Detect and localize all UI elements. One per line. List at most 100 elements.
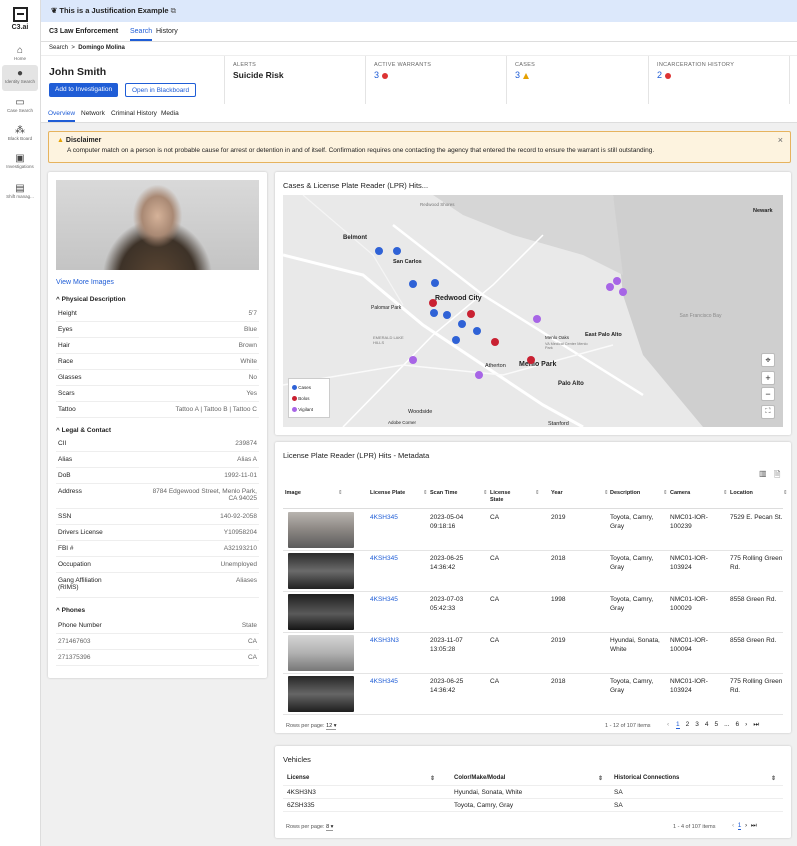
nav-black-board[interactable]: ⁂ Black Board <box>2 122 38 141</box>
lpr-scan-image[interactable] <box>288 676 354 712</box>
prev-page-icon[interactable]: ‹ <box>732 822 734 829</box>
phones-header[interactable]: ^ Phones <box>56 607 85 614</box>
map-marker-bolos[interactable] <box>429 299 437 307</box>
nav-shift[interactable]: ▤ Shift manag... <box>2 180 38 199</box>
map-marker-cases[interactable] <box>452 336 460 344</box>
lpr-plate[interactable]: 4KSH3N3 <box>370 637 426 646</box>
subtab-network[interactable]: Network <box>81 110 105 117</box>
page-number[interactable]: 2 <box>686 721 690 728</box>
locate-icon[interactable]: ⌖ <box>761 353 775 367</box>
map-marker-vigilant[interactable] <box>619 288 627 296</box>
sort-icon[interactable]: ⇕ <box>604 490 609 497</box>
nav-investigations[interactable]: ▣ Investigations <box>2 150 38 169</box>
page-number[interactable]: ... <box>724 721 729 728</box>
column-header[interactable]: Year <box>551 490 606 497</box>
subtab-criminal-history[interactable]: Criminal History <box>111 110 157 117</box>
sort-icon[interactable]: ⇕ <box>663 490 668 497</box>
person-photo[interactable] <box>56 180 259 270</box>
nav-identity-search[interactable]: ● Identity Search <box>2 65 38 91</box>
sort-icon[interactable]: ⇕ <box>598 775 603 782</box>
rows-per-page-select[interactable]: 12 ▾ <box>326 723 337 730</box>
nav-case-search[interactable]: ▭ Case Search <box>2 94 38 113</box>
map-marker-cases[interactable] <box>473 327 481 335</box>
table-row[interactable]: 4KSH345 2023-05-04 09:18:16 CA 2019 Toyota, … <box>283 510 783 551</box>
table-row[interactable]: 6ZSH335 Toyota, Camry, Gray SA <box>283 800 783 812</box>
sort-icon[interactable]: ⇕ <box>338 490 343 497</box>
lpr-plate[interactable]: 4KSH345 <box>370 555 426 564</box>
view-more-images-link[interactable]: View More Images <box>56 279 114 286</box>
page-number[interactable]: 6 <box>736 721 740 728</box>
zoom-out-icon[interactable]: − <box>761 387 775 401</box>
column-header[interactable]: Color/Make/Modal <box>454 775 505 781</box>
sort-icon[interactable]: ⇕ <box>430 775 435 782</box>
last-page-icon[interactable]: ⏭ <box>751 822 757 829</box>
page-number[interactable]: 1 <box>737 822 742 830</box>
open-blackboard-button[interactable]: Open in Blackboard <box>125 83 197 97</box>
map-marker-cases[interactable] <box>443 311 451 319</box>
page-number[interactable]: 5 <box>714 721 718 728</box>
lpr-plate[interactable]: 4KSH345 <box>370 596 426 605</box>
lpr-plate[interactable]: 4KSH345 <box>370 678 426 687</box>
table-row[interactable]: 4KSH345 2023-07-03 05:42:33 CA 1998 Toyota, … <box>283 592 783 633</box>
sort-icon[interactable]: ⇕ <box>771 775 776 782</box>
map-view[interactable]: Redwood Shores Belmont San Carlos Redwoo… <box>283 195 783 427</box>
map-marker-vigilant[interactable] <box>613 277 621 285</box>
subtab-overview[interactable]: Overview <box>48 110 76 122</box>
export-icon[interactable]: 🗎 <box>774 469 780 483</box>
map-marker-cases[interactable] <box>375 247 383 255</box>
table-row[interactable]: 4KSH3N3 2023-11-07 13:05:28 CA 2019 Hyundai,… <box>283 633 783 674</box>
column-header[interactable]: Location <box>730 490 785 497</box>
lpr-scan-image[interactable] <box>288 594 354 630</box>
stat-warrants[interactable]: ACTIVE WARRANTS 3 <box>365 56 506 104</box>
map-marker-cases[interactable] <box>393 247 401 255</box>
lpr-scan-image[interactable] <box>288 512 354 548</box>
map-marker-vigilant[interactable] <box>533 315 541 323</box>
stat-cases[interactable]: CASES 3 <box>506 56 648 104</box>
map-marker-cases[interactable] <box>431 279 439 287</box>
tab-history[interactable]: History <box>156 28 178 35</box>
last-page-icon[interactable]: ⏭ <box>753 721 759 728</box>
external-link-icon[interactable]: ⧉ <box>171 6 176 15</box>
column-header[interactable]: Historical Connections <box>614 775 679 781</box>
breadcrumb-root[interactable]: Search <box>49 45 68 51</box>
map-marker-vigilant[interactable] <box>475 371 483 379</box>
next-page-icon[interactable]: › <box>745 721 747 728</box>
table-row[interactable]: 4KSH3N3 Hyundai, Sonata, White SA <box>283 787 783 799</box>
tab-search[interactable]: Search <box>130 28 153 41</box>
map-marker-cases[interactable] <box>430 309 438 317</box>
zoom-in-icon[interactable]: + <box>761 371 775 385</box>
sort-icon[interactable]: ⇕ <box>423 490 428 497</box>
close-icon[interactable]: × <box>778 135 783 145</box>
legal-contact-header[interactable]: ^ Legal & Contact <box>56 427 111 434</box>
lpr-scan-image[interactable] <box>288 635 354 671</box>
column-header[interactable]: Image <box>285 490 340 497</box>
physical-description-header[interactable]: ^ Physical Description <box>56 296 126 303</box>
stat-incarceration[interactable]: INCARCERATION HISTORY 2 <box>648 56 790 104</box>
page-number[interactable]: 3 <box>695 721 699 728</box>
add-to-investigation-button[interactable]: Add to Investigation <box>49 83 119 97</box>
page-number[interactable]: 1 <box>675 721 680 729</box>
column-header[interactable]: License Plate <box>370 490 425 497</box>
next-page-icon[interactable]: › <box>745 822 747 829</box>
table-row[interactable]: 4KSH345 2023-06-25 14:36:42 CA 2018 Toyota, … <box>283 551 783 592</box>
map-marker-vigilant[interactable] <box>409 356 417 364</box>
columns-icon[interactable]: ▥ <box>759 469 767 478</box>
page-number[interactable]: 4 <box>705 721 709 728</box>
prev-page-icon[interactable]: ‹ <box>667 721 671 728</box>
map-marker-bolos[interactable] <box>527 356 535 364</box>
lpr-plate[interactable]: 4KSH345 <box>370 514 426 523</box>
column-header[interactable]: Scan Time <box>430 490 485 497</box>
table-row[interactable]: 4KSH345 2023-06-25 14:36:42 CA 2018 Toyota, … <box>283 674 783 715</box>
column-header[interactable]: License <box>287 775 309 781</box>
column-header[interactable]: Camera <box>670 490 725 497</box>
map-marker-cases[interactable] <box>409 280 417 288</box>
map-marker-vigilant[interactable] <box>606 283 614 291</box>
column-header[interactable]: Description <box>610 490 665 497</box>
rows-per-page-select[interactable]: 8 ▾ <box>326 824 334 831</box>
column-header[interactable]: License State <box>490 490 520 504</box>
subtab-media[interactable]: Media <box>161 110 179 117</box>
map-marker-cases[interactable] <box>458 320 466 328</box>
nav-home[interactable]: ⌂ Home <box>2 42 38 61</box>
sort-icon[interactable]: ⇕ <box>783 490 788 497</box>
sort-icon[interactable]: ⇕ <box>483 490 488 497</box>
